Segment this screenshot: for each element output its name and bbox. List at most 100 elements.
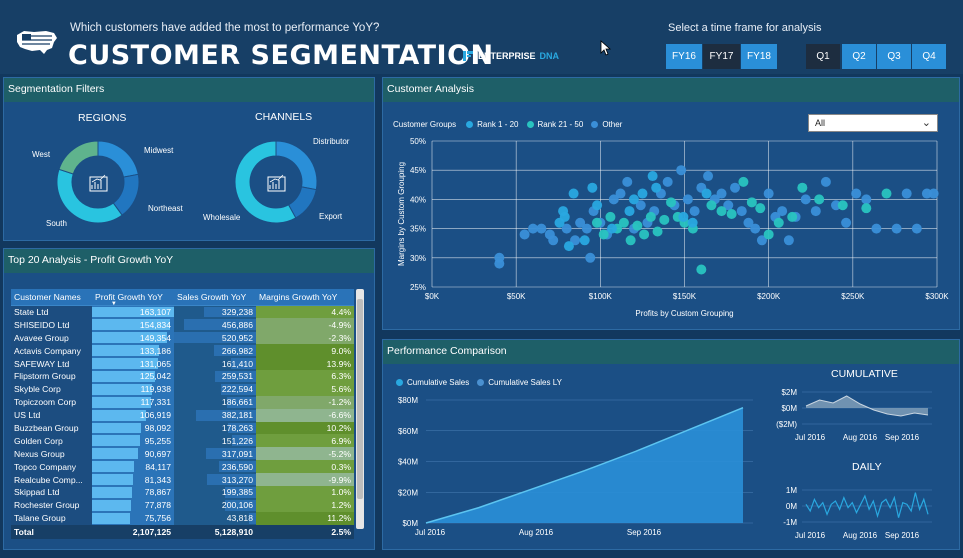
scatter-point[interactable]	[585, 252, 596, 263]
scatter-point[interactable]	[554, 217, 565, 228]
scatter-point[interactable]	[519, 229, 530, 240]
scatter-point[interactable]	[659, 214, 670, 225]
daily-mini-chart[interactable]: -1M 0M 1M Jul 2016 Aug 2016 Sep 2016	[768, 478, 948, 543]
q2-button[interactable]: Q2	[842, 44, 876, 69]
scatter-point[interactable]	[563, 241, 574, 252]
table-row[interactable]: SAFEWAY Ltd 131,065 161,410 13.9%	[11, 357, 354, 370]
table-row[interactable]: Topco Company 84,117 236,590 0.3%	[11, 460, 354, 474]
legend-label-rank1-20[interactable]: Rank 1 - 20	[477, 120, 518, 129]
scatter-point[interactable]	[851, 188, 862, 199]
scatter-point[interactable]	[645, 211, 656, 222]
column-header-margins-growth[interactable]: Margins Growth YoY	[256, 289, 354, 306]
scatter-point[interactable]	[689, 206, 700, 217]
scatter-point[interactable]	[820, 176, 831, 187]
table-row[interactable]: Avavee Group 149,354 520,952 -2.3%	[11, 331, 354, 345]
column-header-profit-growth[interactable]: Profit Growth YoY ▼	[92, 289, 174, 307]
legend-label-cumulative-sales[interactable]: Cumulative Sales	[407, 378, 469, 387]
scatter-point[interactable]	[750, 223, 761, 234]
scatter-point[interactable]	[810, 206, 821, 217]
scatter-point[interactable]	[928, 188, 939, 199]
scatter-point[interactable]	[716, 206, 727, 217]
scatter-point[interactable]	[639, 229, 650, 240]
legend-label-rank21-50[interactable]: Rank 21 - 50	[538, 120, 584, 129]
scatter-point[interactable]	[587, 182, 598, 193]
scatter-point[interactable]	[763, 188, 774, 199]
scatter-point[interactable]	[730, 182, 740, 193]
fy18-button[interactable]: FY18	[741, 44, 777, 69]
scatter-point[interactable]	[622, 176, 633, 187]
fy17-button[interactable]: FY17	[703, 44, 740, 69]
scatter-point[interactable]	[861, 203, 872, 214]
scatter-point[interactable]	[726, 209, 737, 219]
table-row[interactable]: Golden Corp 95,255 151,226 6.9%	[11, 434, 354, 448]
scatter-point[interactable]	[716, 188, 727, 199]
scatter-point[interactable]	[696, 264, 707, 275]
scatter-point[interactable]	[647, 171, 658, 182]
scatter-point[interactable]	[592, 200, 603, 211]
scatter-point[interactable]	[871, 223, 882, 234]
table-row[interactable]: US Ltd 106,919 382,181 -6.6%	[11, 408, 354, 422]
table-scroll-thumb[interactable]	[357, 299, 363, 499]
table-row[interactable]: Actavis Company 133,186 266,982 9.0%	[11, 344, 354, 358]
scatter-point[interactable]	[682, 194, 693, 205]
scatter-chart[interactable]: $0K $50K $100K $150K $200K $250K $300K 25% 30% 35…	[390, 130, 950, 325]
scatter-point[interactable]	[536, 223, 547, 234]
scatter-point[interactable]	[773, 217, 784, 228]
fy16-button[interactable]: FY16	[666, 44, 702, 69]
cumulative-mini-chart[interactable]: ($2M) $0M $2M Jul 2016 Aug 2016 Sep 2016	[768, 380, 948, 445]
area-fill[interactable]	[806, 396, 928, 416]
series-line[interactable]	[805, 492, 929, 519]
table-row[interactable]: Buzzbean Group 98,092 178,263 10.2%	[11, 421, 354, 435]
scatter-point[interactable]	[568, 188, 579, 199]
scatter-point[interactable]	[755, 203, 766, 214]
table-row[interactable]: Flipstorm Group 125,042 259,531 6.3%	[11, 369, 354, 383]
scatter-point[interactable]	[861, 194, 872, 205]
scatter-point[interactable]	[746, 197, 757, 208]
column-header-customer[interactable]: Customer Names	[11, 289, 92, 306]
scatter-point[interactable]	[637, 188, 648, 199]
column-header-sales-growth[interactable]: Sales Growth YoY	[174, 289, 256, 306]
scatter-point[interactable]	[632, 220, 643, 231]
scatter-point[interactable]	[701, 188, 712, 199]
table-row[interactable]: SHISEIDO Ltd 154,834 456,886 -4.9%	[11, 318, 354, 332]
scatter-point[interactable]	[837, 200, 848, 211]
scatter-point[interactable]	[911, 223, 922, 234]
channels-donut-chart[interactable]	[232, 138, 320, 226]
scatter-point[interactable]	[662, 176, 673, 187]
scatter-point[interactable]	[678, 211, 689, 222]
scatter-point[interactable]	[624, 206, 635, 217]
regions-donut-chart[interactable]	[54, 138, 142, 226]
scatter-point[interactable]	[706, 200, 717, 211]
scatter-point[interactable]	[581, 223, 592, 234]
legend-label-cumulative-sales-ly[interactable]: Cumulative Sales LY	[488, 378, 562, 387]
q1-button[interactable]: Q1	[806, 44, 840, 69]
scatter-point[interactable]	[579, 235, 590, 246]
table-row[interactable]: Talane Group 75,756 43,818 11.2%	[11, 511, 354, 525]
scatter-point[interactable]	[736, 206, 747, 217]
scatter-point[interactable]	[605, 211, 616, 222]
scatter-point[interactable]	[777, 206, 788, 217]
cumulative-sales-chart[interactable]: $0M $20M $40M $60M $80M Jul 2016 Aug 2016 Sep 2…	[388, 390, 763, 545]
q3-button[interactable]: Q3	[877, 44, 911, 69]
scatter-point[interactable]	[676, 165, 687, 176]
scatter-point[interactable]	[687, 217, 698, 228]
scatter-point[interactable]	[606, 223, 617, 234]
scatter-point[interactable]	[651, 182, 662, 193]
table-scrollbar[interactable]	[356, 289, 364, 529]
scatter-point[interactable]	[494, 252, 505, 263]
table-row[interactable]: State Ltd 163,107 329,238 4.4%	[11, 305, 354, 319]
scatter-point[interactable]	[652, 226, 663, 237]
legend-label-other[interactable]: Other	[602, 120, 622, 129]
scatter-point[interactable]	[783, 235, 794, 246]
area-fill[interactable]	[426, 407, 743, 523]
q4-button[interactable]: Q4	[912, 44, 946, 69]
scatter-point[interactable]	[628, 194, 639, 205]
scatter-point[interactable]	[787, 211, 798, 222]
scatter-point[interactable]	[703, 171, 714, 182]
table-row[interactable]: Topiczoom Corp 117,331 186,661 -1.2%	[11, 395, 354, 409]
table-row[interactable]: Nexus Group 90,697 317,091 -5.2%	[11, 447, 354, 461]
scatter-point[interactable]	[625, 235, 636, 246]
scatter-point[interactable]	[891, 223, 902, 234]
table-row[interactable]: Realcube Comp... 81,343 313,270 -9.9%	[11, 473, 354, 486]
scatter-point[interactable]	[881, 188, 892, 199]
